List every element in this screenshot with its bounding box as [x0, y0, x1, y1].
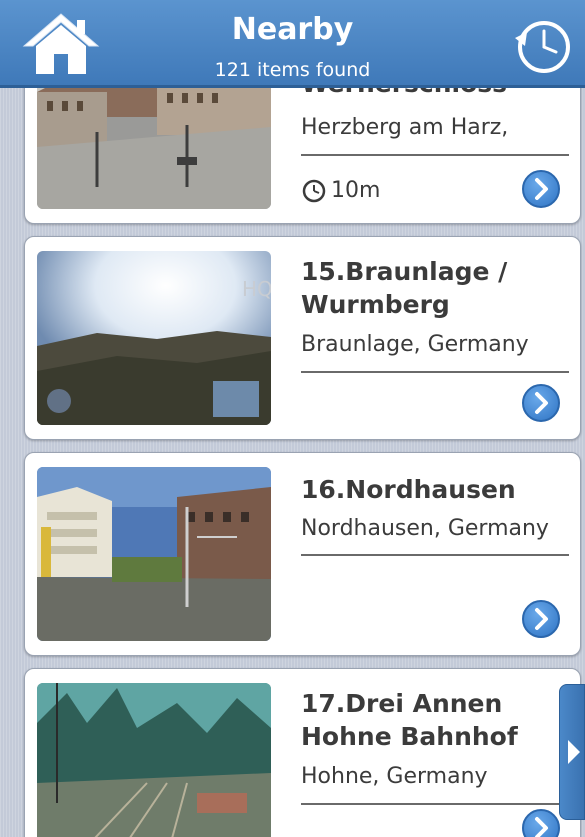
item-location: Nordhausen, Germany: [301, 516, 549, 541]
app-screen: Nearby 121 items found Herzberg am Harz,…: [0, 0, 585, 837]
item-location: Braunlage, Germany: [301, 332, 529, 357]
list-item[interactable]: 17.Drei Annen Hohne Bahnhof Hohne, Germa…: [24, 668, 581, 837]
clock-icon: [302, 179, 326, 203]
webcam-thumbnail: HQ: [37, 251, 271, 425]
webcam-thumbnail: [37, 467, 271, 641]
hq-watermark: HQ: [242, 277, 271, 301]
open-item-button[interactable]: [522, 809, 560, 837]
open-item-button[interactable]: [522, 170, 560, 208]
page-title: Nearby: [231, 12, 354, 47]
chevron-right-icon: [535, 392, 548, 414]
item-location: Herzberg am Harz,: [301, 115, 509, 140]
webcam-thumbnail: [37, 683, 271, 837]
items-count: 121 items found: [214, 59, 371, 81]
item-title: 17.Drei Annen Hohne Bahnhof: [301, 689, 518, 751]
clock-history-icon: [515, 21, 570, 73]
item-title: 15.Braunlage / Wurmberg: [301, 257, 508, 319]
open-item-button[interactable]: [522, 600, 560, 638]
list-item[interactable]: HQ 15.Braunlage / Wurmberg Braunlage, Ge…: [24, 236, 581, 440]
divider: [301, 554, 569, 556]
divider: [301, 803, 569, 805]
item-title: 16.Nordhausen: [301, 475, 516, 504]
chevron-right-icon: [535, 178, 548, 200]
list-item[interactable]: 16.Nordhausen Nordhausen, Germany: [24, 452, 581, 656]
open-item-button[interactable]: [522, 384, 560, 422]
chevron-right-icon: [535, 817, 548, 837]
divider: [301, 371, 569, 373]
chevron-right-icon: [535, 608, 548, 630]
side-panel-tab[interactable]: [559, 684, 585, 820]
update-time: 10m: [301, 176, 380, 204]
item-location: Hohne, Germany: [301, 764, 488, 789]
history-button[interactable]: [509, 14, 575, 76]
divider: [301, 154, 569, 156]
header-bar: Nearby 121 items found: [0, 0, 585, 88]
arrow-right-icon: [568, 740, 580, 764]
time-text: 10m: [331, 177, 381, 203]
